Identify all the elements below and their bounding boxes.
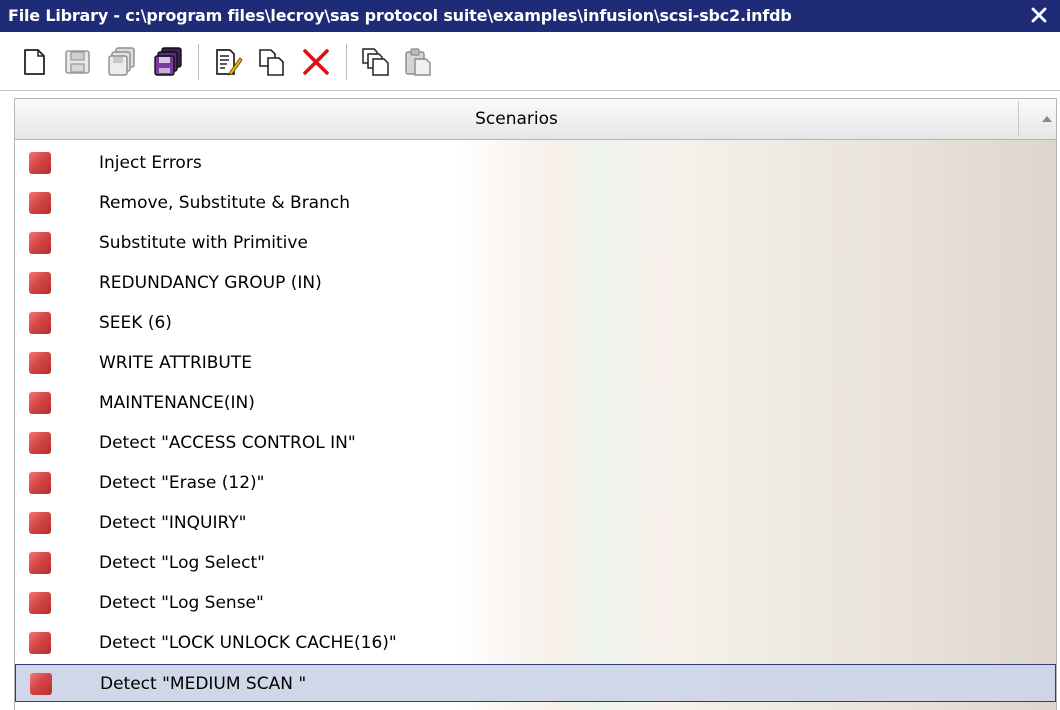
scenario-label: Detect "Erase (12)" — [99, 473, 265, 493]
scenario-icon — [29, 272, 51, 294]
list-item[interactable]: Remove, Substitute & Branch — [15, 184, 1056, 222]
list-item[interactable]: Inject Errors — [15, 144, 1056, 182]
list-item[interactable]: Detect "ACCESS CONTROL IN" — [15, 424, 1056, 462]
scenario-icon — [30, 673, 52, 695]
scenario-label: Inject Errors — [99, 153, 202, 173]
scenario-label: Detect "LOCK UNLOCK CACHE(16)" — [99, 633, 397, 653]
scenario-icon — [29, 312, 51, 334]
scenario-icon — [29, 392, 51, 414]
toolbar — [0, 32, 1060, 91]
list-item[interactable]: Substitute with Primitive — [15, 224, 1056, 262]
list-item[interactable]: Detect "Log Sense" — [15, 584, 1056, 622]
scenario-label: Detect "Log Select" — [99, 553, 265, 573]
scenario-label: Detect "INQUIRY" — [99, 513, 247, 533]
save-all-icon[interactable] — [106, 46, 138, 78]
scenario-label: REDUNDANCY GROUP (IN) — [99, 273, 322, 293]
list-item[interactable]: Detect "LOCK UNLOCK CACHE(16)" — [15, 624, 1056, 662]
list-item[interactable]: MAINTENANCE(IN) — [15, 384, 1056, 422]
scenario-icon — [29, 632, 51, 654]
save-icon[interactable] — [62, 46, 94, 78]
duplicate-icon[interactable] — [360, 46, 392, 78]
scenario-label: Substitute with Primitive — [99, 233, 308, 253]
paste-icon[interactable] — [402, 46, 434, 78]
window-title: File Library - c:\program files\lecroy\s… — [8, 6, 792, 25]
list-item[interactable]: Detect "Erase (12)" — [15, 464, 1056, 502]
header-divider — [1018, 101, 1019, 137]
scenario-list[interactable]: Inject Errors Remove, Substitute & Branch… — [14, 140, 1057, 710]
scenario-label: Remove, Substitute & Branch — [99, 193, 350, 213]
title-bar[interactable]: File Library - c:\program files\lecroy\s… — [0, 0, 1060, 32]
sort-up-icon[interactable] — [1039, 111, 1055, 127]
scenario-icon — [29, 512, 51, 534]
scenario-icon — [29, 192, 51, 214]
new-file-icon[interactable] — [18, 46, 50, 78]
list-item[interactable]: Detect "MEDIUM SCAN " — [15, 664, 1056, 702]
scenario-label: Detect "MEDIUM SCAN " — [100, 674, 307, 694]
scenario-icon — [29, 432, 51, 454]
list-item[interactable]: Detect "Log Select" — [15, 544, 1056, 582]
list-item[interactable]: REDUNDANCY GROUP (IN) — [15, 264, 1056, 302]
scenario-icon — [29, 152, 51, 174]
scenario-label: SEEK (6) — [99, 313, 172, 333]
column-header-label: Scenarios — [475, 109, 558, 129]
delete-icon[interactable] — [300, 46, 332, 78]
scenario-icon — [29, 352, 51, 374]
list-item[interactable]: Detect "INQUIRY" — [15, 504, 1056, 542]
scenario-label: WRITE ATTRIBUTE — [99, 353, 252, 373]
toolbar-separator — [346, 44, 347, 80]
scenario-icon — [29, 232, 51, 254]
list-item[interactable]: SEEK (6) — [15, 304, 1056, 342]
save-as-icon[interactable] — [152, 46, 184, 78]
toolbar-separator — [198, 44, 199, 80]
scenarios-column-header[interactable]: Scenarios — [14, 98, 1057, 140]
close-icon[interactable] — [1028, 3, 1050, 27]
list-item[interactable]: WRITE ATTRIBUTE — [15, 344, 1056, 382]
copy-icon[interactable] — [256, 46, 288, 78]
scenario-icon — [29, 472, 51, 494]
scenario-label: Detect "ACCESS CONTROL IN" — [99, 433, 356, 453]
edit-icon[interactable] — [212, 46, 244, 78]
file-library-window: File Library - c:\program files\lecroy\s… — [0, 0, 1060, 710]
scenario-icon — [29, 592, 51, 614]
scenario-icon — [29, 552, 51, 574]
scenario-label: MAINTENANCE(IN) — [99, 393, 255, 413]
scenario-label: Detect "Log Sense" — [99, 593, 264, 613]
